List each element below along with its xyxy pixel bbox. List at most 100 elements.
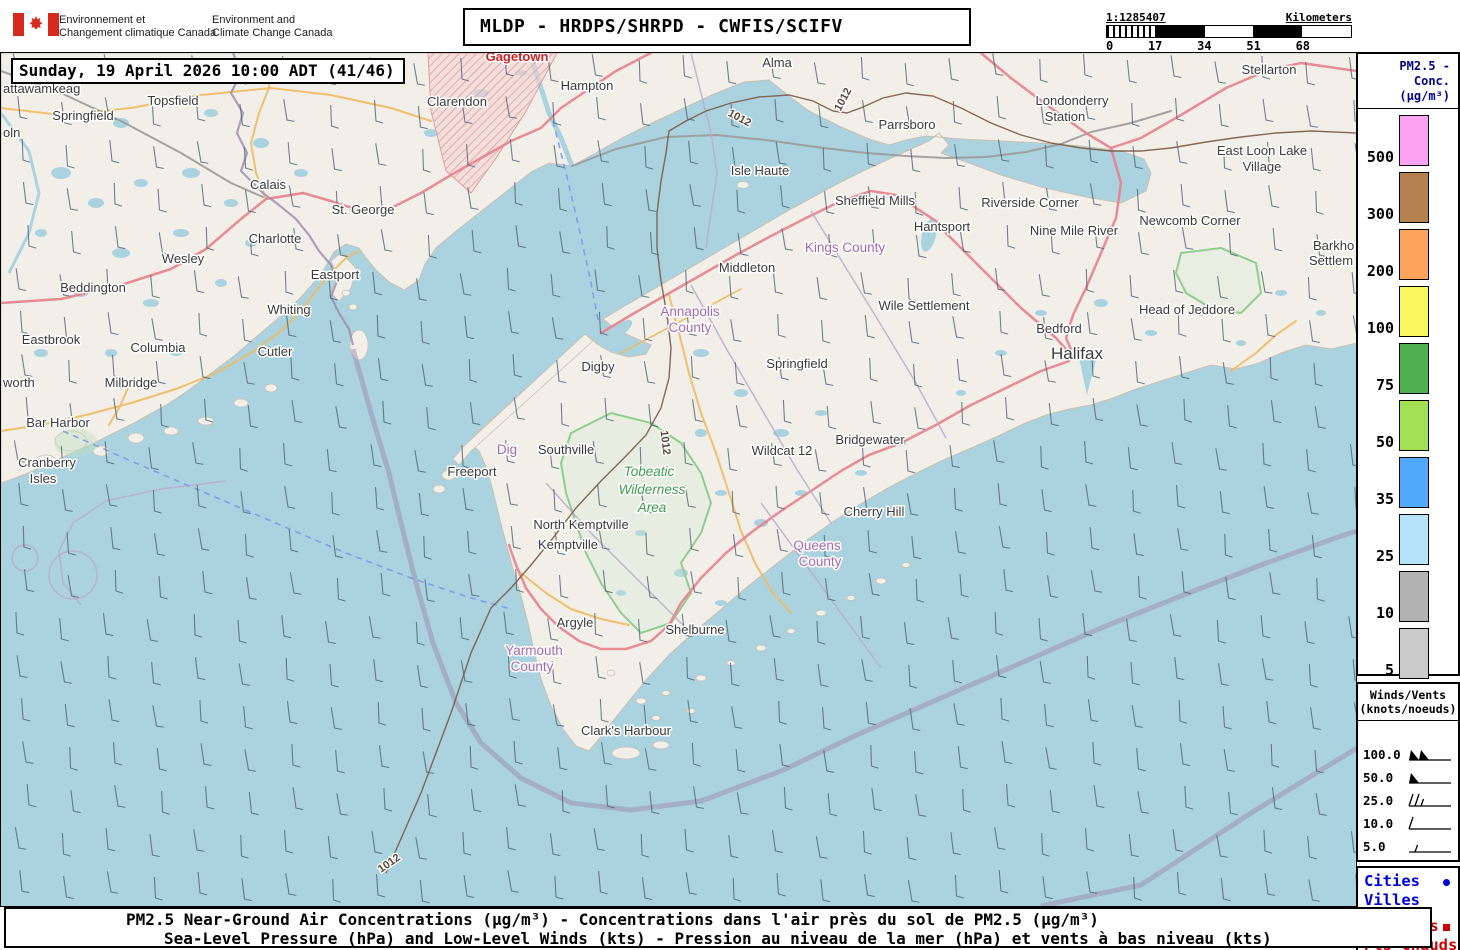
pm25-legend-title: PM2.5 - Conc.: [1399, 59, 1450, 88]
map-place-label: Digby: [581, 359, 615, 374]
scale-ticks: 0 17 34 51 68: [1106, 38, 1352, 53]
map-place-label: Londonderry: [1036, 93, 1109, 108]
pm25-legend-entry: 10: [1358, 571, 1454, 622]
wind-speed-value: 5.0: [1363, 839, 1386, 854]
pm25-threshold-value: 75: [1375, 376, 1394, 394]
map-place-label: St. George: [332, 202, 395, 217]
map-place-label: Cutler: [258, 344, 293, 359]
pm25-color-swatch: [1399, 172, 1429, 223]
scale-bar: 1:1285407 Kilometers 0 17 34 51 68: [1106, 11, 1352, 53]
map-place-label: Annapolis: [660, 304, 720, 319]
pm25-color-swatch: [1399, 400, 1429, 451]
wind-legend: Winds/Vents (knots/noeuds) 100.0 50.0 25.0…: [1356, 682, 1460, 862]
pm25-legend-entry: 35: [1358, 457, 1454, 508]
pm25-legend-entry: 100: [1358, 286, 1454, 337]
caption-box: PM2.5 Near-Ground Air Concentrations (µg…: [4, 907, 1432, 948]
page-header: Environnement et Changement climatique Ca…: [0, 0, 1460, 53]
map-place-label: County: [669, 320, 712, 335]
map-place-label: Newcomb Corner: [1139, 213, 1241, 228]
map-place-label: Clarendon: [427, 94, 487, 109]
map-place-label: Bar Harbor: [26, 415, 90, 430]
map-place-label: Wildcat 12: [752, 443, 813, 458]
map-place-label: County: [511, 659, 554, 674]
map-place-label: Wile Settlement: [878, 298, 969, 313]
map-place-label: Topsfield: [147, 93, 198, 108]
map-place-label: Barkho: [1313, 238, 1354, 253]
cities-label-en: Cities: [1358, 872, 1458, 891]
pm25-color-swatch: [1399, 115, 1429, 166]
scale-tick: 0: [1106, 39, 1114, 53]
wind-speed-value: 100.0: [1363, 747, 1401, 762]
wind-legend-units: (knots/noeuds): [1359, 702, 1457, 716]
scale-tick: 34: [1197, 39, 1212, 53]
map-place-label: Bedford: [1036, 321, 1082, 336]
wind-legend-rows: 100.0 50.0 25.0 10.0 5.0: [1358, 743, 1458, 858]
map-place-label: Area: [637, 500, 667, 515]
pm25-threshold-value: 200: [1366, 262, 1394, 280]
map-place-label: Charlotte: [249, 231, 302, 246]
map-place-label: Kings County: [805, 240, 886, 255]
app-window: { "header": { "agency_fr_line1": "Enviro…: [0, 0, 1460, 950]
map-place-label: Nine Mile River: [1030, 223, 1119, 238]
pm25-legend-entry: 200: [1358, 229, 1454, 280]
pm25-threshold-value: 25: [1375, 547, 1394, 565]
canada-flag-icon: [13, 13, 59, 36]
map-place-label: Whiting: [267, 302, 310, 317]
map-place-label: Cherry Hill: [844, 504, 905, 519]
scale-strip: [1106, 25, 1352, 38]
scale-tick: 68: [1295, 39, 1311, 53]
wind-legend-row: 50.0: [1358, 766, 1458, 789]
map-place-label: Isles: [30, 471, 57, 486]
wind-legend-row: 100.0: [1358, 743, 1458, 766]
map-place-label: Village: [1243, 159, 1282, 174]
pm25-color-swatch: [1399, 343, 1429, 394]
map-place-label: Riverside Corner: [981, 195, 1079, 210]
map-place-label: Calais: [250, 177, 287, 192]
map-canvas: attawamkeag Springfield Topsfield oln Calais…: [0, 52, 1357, 907]
map-place-label: Argyle: [557, 615, 594, 630]
map-place-label: Bridgewater: [835, 432, 905, 447]
map-place-label: Isle Haute: [731, 163, 790, 178]
map-place-label: Beddington: [60, 280, 126, 295]
map-place-label: Hantsport: [914, 219, 971, 234]
pm25-color-swatch: [1399, 571, 1429, 622]
map-place-label: Cranberry: [18, 455, 76, 470]
wind-legend-row: 5.0: [1358, 835, 1458, 858]
map-place-label: Tobeatic: [624, 464, 675, 479]
scale-tick: 51: [1246, 39, 1261, 53]
timestamp: Sunday, 19 April 2026 10:00 ADT (41/46): [19, 61, 395, 80]
map-place-label: Clark's Harbour: [581, 723, 672, 738]
map-place-label: Sheffield Mills: [835, 193, 915, 208]
map-place-label: Kemptville: [538, 537, 598, 552]
pm25-legend-entry: 5: [1358, 628, 1454, 679]
pm25-legend-entry: 50: [1358, 400, 1454, 451]
pm25-legend-entry: 25: [1358, 514, 1454, 565]
pm25-legend-entry: 500: [1358, 115, 1454, 166]
map-place-label: Springfield: [766, 356, 827, 371]
scale-unit: Kilometers: [1285, 11, 1352, 24]
pm25-threshold-value: 5: [1384, 661, 1394, 679]
city-dot-icon: [1443, 879, 1450, 886]
map-place-label: Columbia: [131, 340, 187, 355]
wind-barb-icon: [1408, 793, 1451, 807]
map-place-label: Yarmouth: [505, 643, 563, 658]
map-place-label: North Kemptville: [533, 517, 628, 532]
map-place-label: Dig: [497, 442, 517, 457]
pm25-legend-units: (µg/m³): [1399, 89, 1450, 103]
wind-barb-icon: [1409, 772, 1451, 784]
wind-legend-row: 25.0: [1358, 789, 1458, 812]
wind-speed-value: 50.0: [1363, 770, 1394, 785]
pm25-threshold-value: 100: [1366, 319, 1394, 337]
agency-name-en: Environment and Climate Change Canada: [212, 14, 333, 39]
pm25-color-swatch: [1399, 286, 1429, 337]
map-place-label: Parrsboro: [878, 117, 935, 132]
map-place-label: Eastbrook: [22, 332, 81, 347]
map-place-label: Milbridge: [105, 375, 158, 390]
map-place-label: Springfield: [52, 108, 113, 123]
wind-barb-icon: [1409, 749, 1451, 761]
wind-speed-value: 10.0: [1363, 816, 1394, 831]
wind-barb-icon: [1409, 844, 1451, 853]
map-place-label: Wesley: [162, 251, 205, 266]
caption-line1: PM2.5 Near-Ground Air Concentrations (µg…: [126, 910, 1099, 929]
map-place-label: Gagetown: [486, 53, 549, 64]
